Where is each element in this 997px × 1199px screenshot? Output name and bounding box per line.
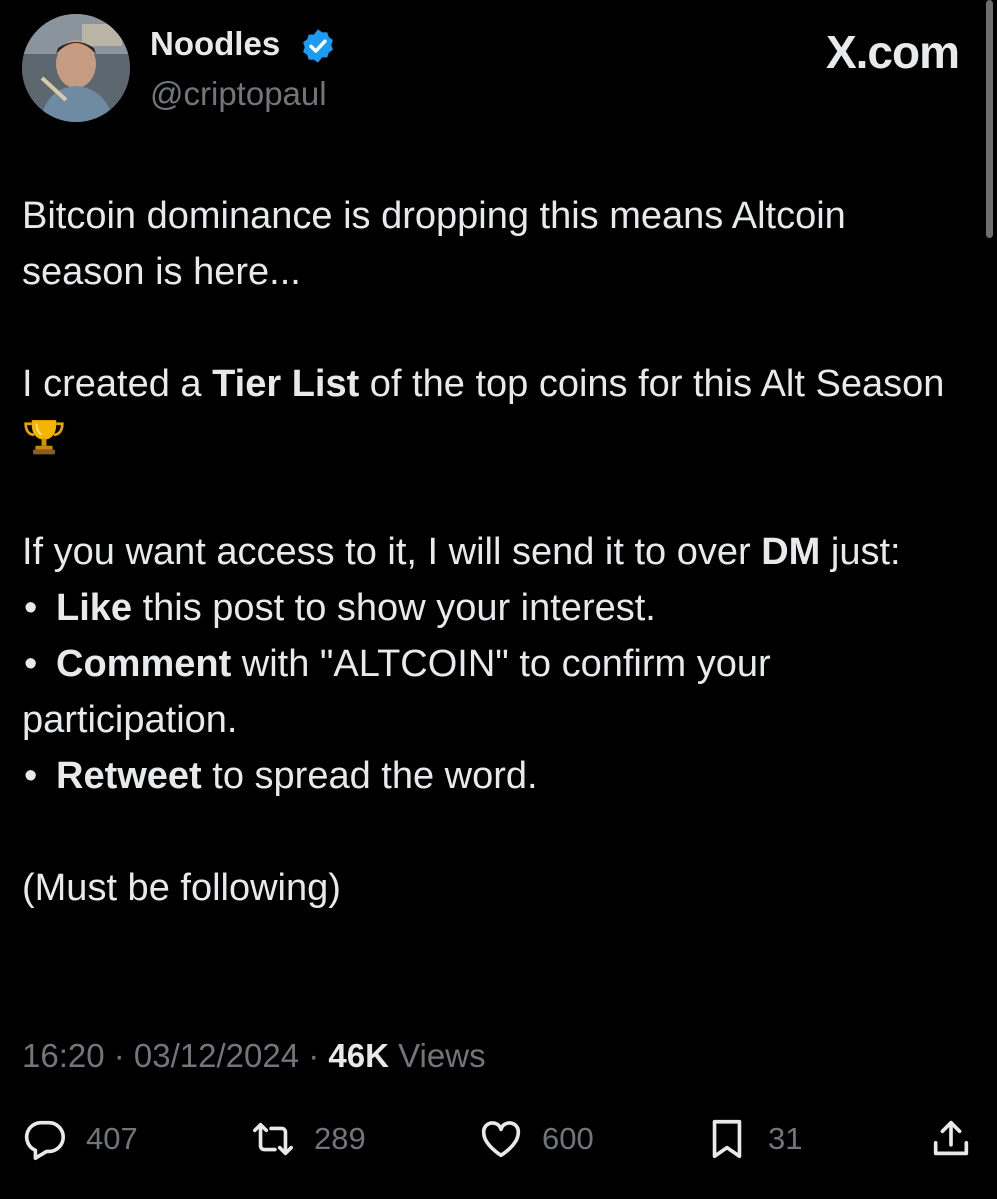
meta-separator: · [299, 1037, 329, 1074]
profile-photo [22, 14, 130, 122]
like-button[interactable]: 600 [478, 1114, 594, 1164]
site-label: X.com [825, 26, 960, 78]
repost-count: 289 [314, 1121, 366, 1156]
action-bar: 407 289 600 31 [0, 1114, 997, 1164]
like-count: 600 [542, 1121, 594, 1156]
reply-icon [24, 1120, 65, 1160]
views-count: 46K [328, 1037, 389, 1074]
post-paragraph-2: I created a Tier List of the top coins f… [22, 356, 962, 468]
repost-icon [252, 1122, 294, 1156]
bullet-marker: • [24, 755, 38, 797]
p3-text-end: just: [820, 531, 901, 573]
p3-text-start: If you want access to it, I will send it… [22, 531, 762, 573]
bullet-item: • Like this post to show your interest. [22, 580, 962, 636]
post-meta: 16:20 · 03/12/2024 · 46K Views [22, 1034, 486, 1078]
bullet-bold: Retweet [56, 755, 202, 797]
post-time[interactable]: 16:20 [22, 1037, 105, 1074]
bullet-marker: • [24, 587, 38, 629]
bookmark-count: 31 [768, 1121, 803, 1156]
repost-button[interactable]: 289 [250, 1114, 366, 1164]
heart-icon [481, 1121, 521, 1158]
post-date[interactable]: 03/12/2024 [134, 1037, 299, 1074]
p2-bold-text: Tier List [212, 363, 360, 405]
bookmark-icon [712, 1119, 742, 1159]
verified-badge-icon [303, 29, 333, 63]
user-handle[interactable]: @criptopaul [150, 74, 327, 114]
bookmark-button[interactable]: 31 [704, 1114, 802, 1164]
p2-text-end: of the top coins for this Alt Season [359, 363, 945, 405]
reply-count: 407 [86, 1121, 138, 1156]
meta-separator: · [104, 1037, 134, 1074]
post-body: Bitcoin dominance is dropping this means… [22, 188, 962, 916]
share-button[interactable] [928, 1114, 992, 1164]
views-label: Views [388, 1037, 486, 1074]
bullet-item: • Retweet to spread the word. [22, 748, 962, 804]
scrollbar[interactable] [986, 0, 993, 238]
reply-button[interactable]: 407 [22, 1114, 138, 1164]
share-icon [933, 1120, 969, 1156]
bullet-bold: Like [56, 587, 133, 629]
p2-text-start: I created a [22, 363, 213, 405]
post-closing: (Must be following) [22, 867, 341, 909]
bullet-item: • Comment with "ALTCOIN" to confirm your … [22, 636, 962, 748]
bullet-marker: • [24, 643, 38, 685]
p3-bold-text: DM [761, 531, 821, 573]
post-paragraph-1: Bitcoin dominance is dropping this means… [22, 195, 846, 293]
display-name[interactable]: Noodles [150, 24, 280, 64]
trophy-icon [24, 420, 64, 455]
bullet-text: this post to show your interest. [132, 587, 656, 629]
avatar[interactable] [22, 14, 130, 122]
bullet-text: to spread the word. [201, 755, 538, 797]
bullet-bold: Comment [56, 643, 232, 685]
post-paragraph-3: If you want access to it, I will send it… [22, 524, 962, 580]
